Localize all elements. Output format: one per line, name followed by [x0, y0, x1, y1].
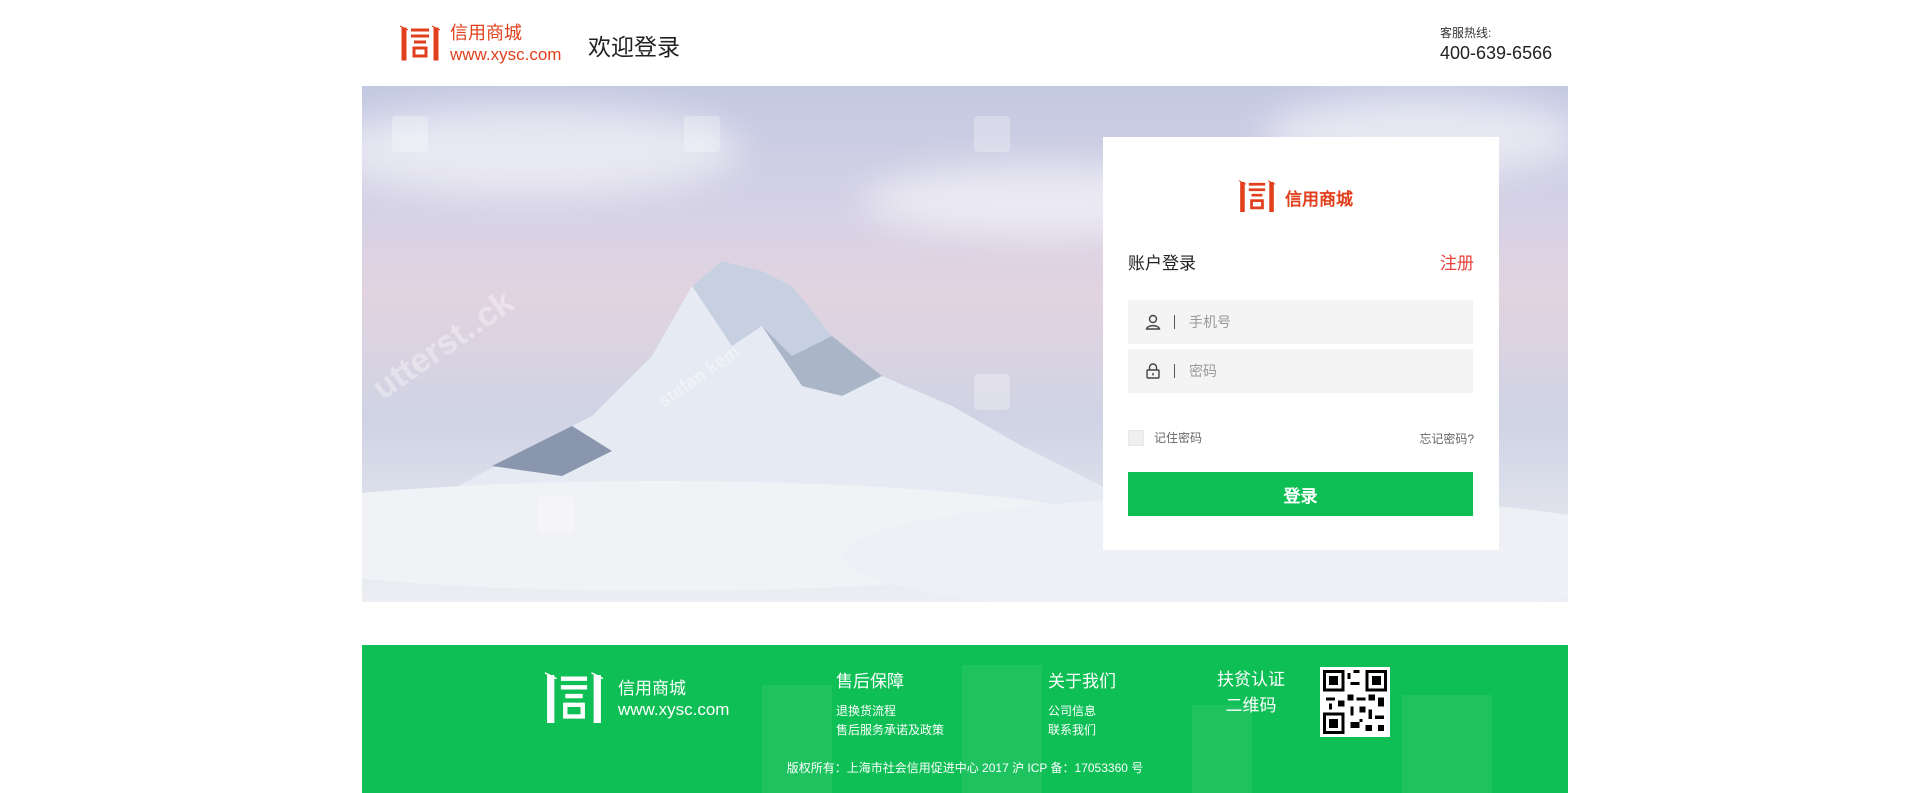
remember-checkbox[interactable]: [1128, 429, 1144, 446]
xysc-logo-icon: [544, 672, 604, 723]
hotline-label: 客服热线:: [1440, 26, 1492, 40]
header-brand-text: 信用商城 www.xysc.com: [450, 22, 561, 66]
poverty-cert-link[interactable]: 扶贫认证 二维码: [1217, 667, 1285, 719]
footer-brand-url: www.xysc.com: [618, 700, 730, 719]
user-icon: [1145, 314, 1161, 330]
footer-brand[interactable]: 信用商城 www.xysc.com: [542, 667, 729, 731]
login-card: 信用商城 账户登录 注册 记住密码 忘记密码? 登录: [1103, 137, 1499, 550]
footer-building-deco: [1402, 695, 1492, 793]
watermark-badge: [974, 374, 1010, 410]
watermark-badge: [538, 496, 574, 532]
site-footer: 信用商城 www.xysc.com 售后保障 退换货流程 售后服务承诺及政策 关…: [362, 645, 1568, 793]
login-button[interactable]: 登录: [1128, 472, 1473, 516]
password-field[interactable]: [1128, 349, 1473, 393]
xysc-logo-icon: [399, 25, 441, 61]
footer-link-service-policy[interactable]: 售后服务承诺及政策: [836, 721, 944, 740]
register-link[interactable]: 注册: [1440, 249, 1474, 274]
footer-building-deco: [762, 685, 832, 793]
field-separator: [1174, 364, 1175, 378]
card-brand: 信用商城: [1237, 177, 1353, 217]
qr-code-icon: [1320, 667, 1390, 737]
footer-after-sales: 售后保障 退换货流程 售后服务承诺及政策: [836, 667, 944, 740]
watermark-badge: [684, 116, 720, 152]
header-brand-url: www.xysc.com: [450, 45, 562, 64]
qr-pattern: [1323, 670, 1387, 734]
header-brand-name: 信用商城: [450, 23, 522, 43]
footer-brand-name: 信用商城: [618, 679, 686, 698]
footer-link-contact-us[interactable]: 联系我们: [1048, 721, 1116, 740]
cert-line-1: 扶贫认证: [1217, 670, 1285, 689]
login-title: 账户登录: [1128, 254, 1196, 273]
header-brand[interactable]: 信用商城 www.xysc.com: [398, 22, 561, 66]
remember-password[interactable]: 记住密码: [1128, 429, 1202, 446]
footer-brand-text: 信用商城 www.xysc.com: [618, 678, 729, 720]
service-hotline: 客服热线: 400-639-6566: [1440, 24, 1552, 64]
hotline-number: 400-639-6566: [1440, 43, 1553, 63]
field-separator: [1174, 315, 1175, 329]
about-heading: 关于我们: [1048, 672, 1116, 691]
lock-icon: [1146, 363, 1160, 379]
xysc-logo-icon: [1238, 180, 1276, 212]
phone-input[interactable]: [1189, 314, 1449, 330]
footer-about: 关于我们 公司信息 联系我们: [1048, 667, 1116, 740]
cert-line-2: 二维码: [1225, 696, 1277, 715]
after-sales-heading: 售后保障: [836, 672, 904, 691]
welcome-title: 欢迎登录: [588, 34, 680, 60]
watermark-badge: [392, 116, 428, 152]
watermark-badge: [974, 116, 1010, 152]
site-header: 信用商城 www.xysc.com 欢迎登录 客服热线: 400-639-656…: [0, 0, 1920, 86]
footer-link-company-info[interactable]: 公司信息: [1048, 702, 1116, 721]
card-brand-name: 信用商城: [1285, 189, 1353, 209]
password-input[interactable]: [1189, 363, 1449, 379]
forgot-password-link[interactable]: 忘记密码?: [1419, 430, 1474, 447]
copyright-text: 版权所有：上海市社会信用促进中心 2017 沪 ICP 备：17053360 号: [786, 761, 1144, 775]
phone-field[interactable]: [1128, 300, 1473, 344]
remember-label: 记住密码: [1154, 431, 1203, 445]
footer-link-return-process[interactable]: 退换货流程: [836, 702, 944, 721]
